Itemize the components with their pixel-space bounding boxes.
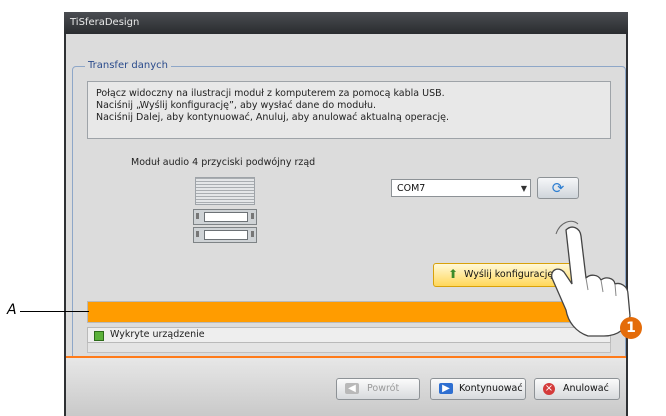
refresh-ports-button[interactable]: ⟳ <box>537 177 579 199</box>
arrow-left-icon: ◀ <box>345 383 359 394</box>
device-illustration <box>191 177 257 261</box>
back-button[interactable]: ◀ Powrót <box>336 378 420 400</box>
arrow-right-icon: ▶ <box>439 383 453 394</box>
annotation-label-a: A <box>7 302 17 318</box>
status-row-empty <box>87 343 611 353</box>
app-window: TiSferaDesign Transfer danych Połącz wid… <box>64 12 628 416</box>
instruction-line: Połącz widoczny na ilustracji moduł z ko… <box>96 88 445 99</box>
back-button-label: Powrót <box>367 383 400 394</box>
transfer-group: Transfer danych Połącz widoczny na ilust… <box>72 60 626 384</box>
dialog-client-area: Transfer danych Połącz widoczny na ilust… <box>66 34 626 416</box>
window-title: TiSferaDesign <box>64 12 628 34</box>
refresh-icon: ⟳ <box>551 179 565 197</box>
send-configuration-label: Wyślij konfigurację <box>464 269 554 280</box>
annotation-leader-line <box>20 311 89 312</box>
continue-button-label: Kontynuować <box>459 383 523 394</box>
device-button-row <box>193 209 257 225</box>
group-title: Transfer danych <box>85 60 171 72</box>
instructions-box: Połącz widoczny na ilustracji moduł z ko… <box>87 81 611 139</box>
instruction-line: Naciśnij Dalej, aby kontynuować, Anuluj,… <box>96 112 449 123</box>
step-badge: 1 <box>620 317 642 339</box>
continue-button[interactable]: ▶ Kontynuować <box>430 378 526 400</box>
dialog-footer: ◀ Powrót ▶ Kontynuować × Anulować <box>66 358 626 416</box>
transfer-progress-bar <box>87 301 611 323</box>
device-status-text: Wykryte urządzenie <box>110 329 205 340</box>
device-status-row: Wykryte urządzenie <box>87 327 611 343</box>
cancel-icon: × <box>543 383 555 395</box>
device-button-row <box>193 227 257 243</box>
chevron-down-icon[interactable]: ▼ <box>521 180 527 198</box>
device-name-label: Moduł audio 4 przyciski podwójny rząd <box>131 157 316 168</box>
port-select-value: COM7 <box>397 183 426 194</box>
status-indicator-icon <box>94 331 104 341</box>
speaker-grille <box>195 177 255 205</box>
port-select[interactable]: COM7 ▼ <box>391 179 531 197</box>
cancel-button-label: Anulować <box>563 383 609 394</box>
upload-icon: ⬆ <box>448 267 459 281</box>
instruction-line: Naciśnij „Wyślij konfigurację”, aby wysł… <box>96 100 377 111</box>
cancel-button[interactable]: × Anulować <box>534 378 620 400</box>
